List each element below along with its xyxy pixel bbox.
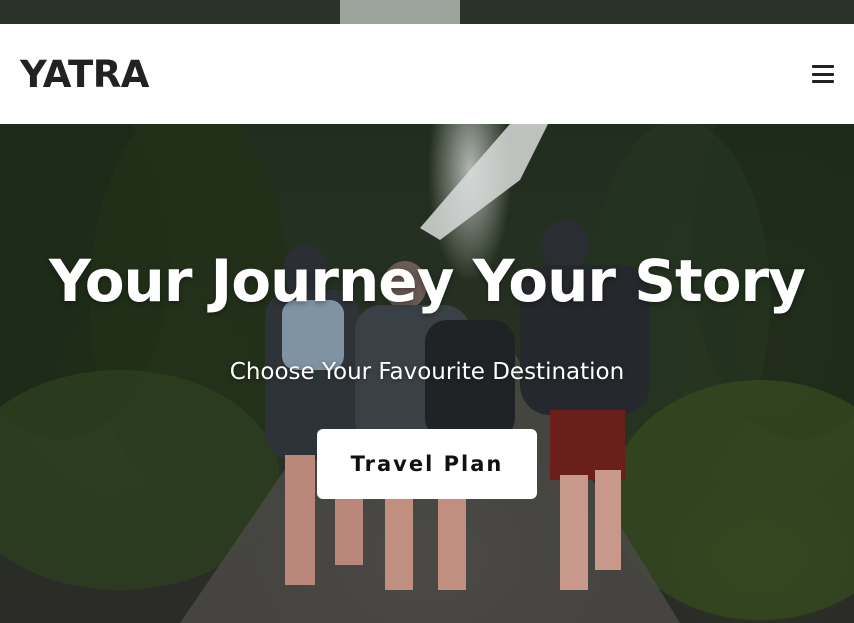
hero-title: Your Journey Your Story (49, 247, 806, 315)
hero-section: Your Journey Your Story Choose Your Favo… (0, 124, 854, 623)
hamburger-menu-icon[interactable] (810, 63, 836, 85)
travel-plan-button[interactable]: Travel Plan (317, 429, 537, 499)
brand-logo[interactable]: YATRA (20, 53, 149, 96)
menu-bar (812, 80, 834, 83)
menu-bar (812, 65, 834, 68)
navbar: YATRA (0, 24, 854, 124)
menu-bar (812, 72, 834, 76)
hero-subtitle: Choose Your Favourite Destination (229, 359, 625, 385)
